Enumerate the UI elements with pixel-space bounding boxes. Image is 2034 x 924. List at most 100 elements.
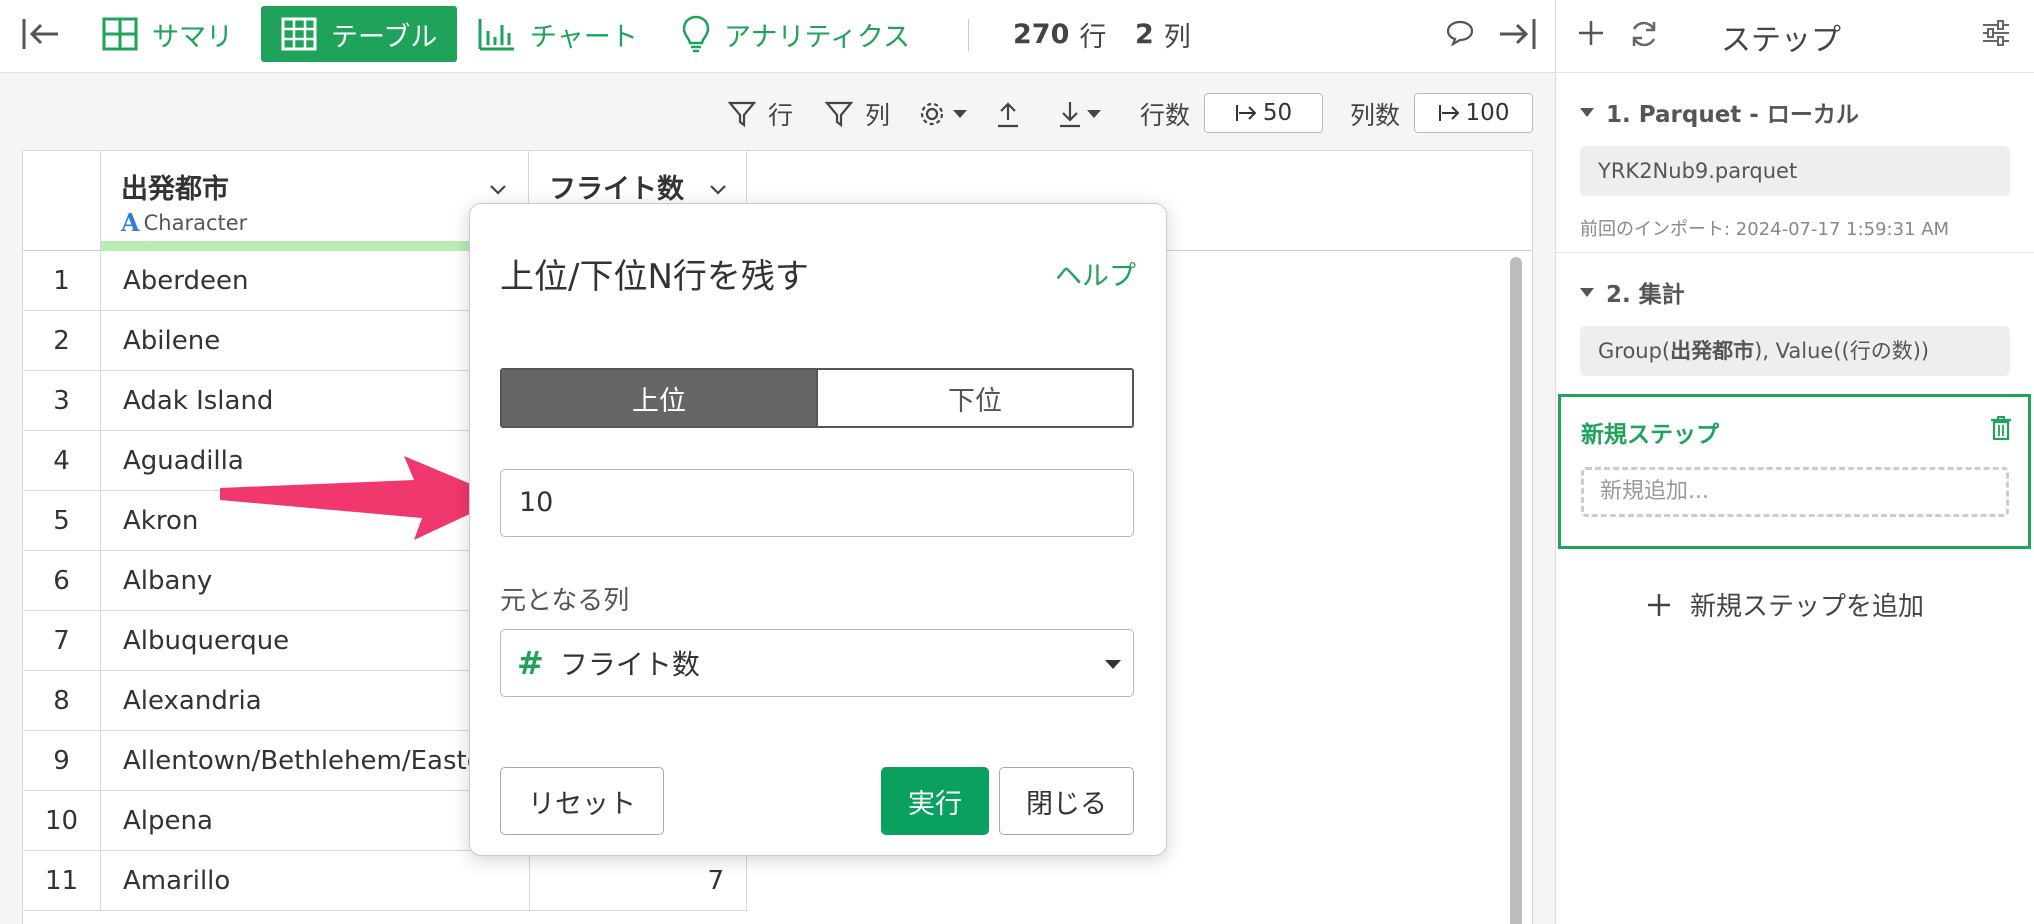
collapse-left-icon[interactable] (22, 17, 60, 51)
scrollbar-thumb[interactable] (1510, 257, 1522, 924)
city-cell: Amarillo (123, 866, 231, 896)
numeric-type-icon: # (517, 644, 544, 682)
step-2-header[interactable]: 2. 集計 (1580, 275, 1685, 309)
n-rows-input[interactable]: 10 (500, 469, 1134, 537)
new-step-title: 新規ステップ (1581, 422, 1719, 448)
steps-panel-header: ステップ (1556, 0, 2034, 73)
column-title: フライト数 (549, 174, 684, 205)
tab-summary-label: サマリ (152, 21, 233, 53)
bar-chart-icon (478, 19, 514, 51)
flights-cell: 7 (529, 851, 747, 911)
arrow-right-bar-icon (1438, 105, 1459, 121)
row-filter-label: 行 (768, 101, 794, 130)
divider (1556, 252, 2034, 253)
expand-triangle-icon (1580, 107, 1594, 117)
step-1-detail[interactable]: YRK2Nub9.parquet (1580, 146, 2010, 196)
steps-panel: ステップ 1. Parquet - ローカル YRK2Nub9.parquet … (1555, 0, 2034, 924)
step-2-title: 2. 集計 (1606, 282, 1685, 308)
step-1-title: 1. Parquet - ローカル (1606, 102, 1859, 128)
close-button[interactable]: 閉じる (999, 767, 1134, 835)
table-icon (281, 17, 317, 51)
gear-icon (920, 102, 944, 126)
step-2-detail-bold: 出発都市 (1670, 339, 1755, 363)
col-count-summary: 2 列 (1135, 6, 1191, 62)
help-link[interactable]: ヘルプ (1055, 254, 1136, 293)
row-count-summary: 270 行 (1013, 6, 1106, 62)
tab-chart[interactable]: チャート (478, 6, 638, 62)
expand-triangle-icon (1580, 287, 1594, 297)
upload-icon[interactable] (996, 100, 1020, 128)
comment-icon[interactable] (1446, 20, 1474, 46)
tab-analytics-label: アナリティクス (724, 21, 911, 53)
tab-chart-label: チャート (530, 21, 638, 53)
sliders-icon[interactable] (1981, 18, 2011, 48)
row-count-label: 行数 (1140, 101, 1191, 130)
trash-icon[interactable] (1990, 415, 2012, 441)
table-row[interactable]: 11 Amarillo 7 (23, 851, 747, 911)
base-column-select[interactable]: # フライト数 (500, 629, 1134, 697)
toolbar-divider (968, 19, 969, 51)
row-count-input[interactable]: 50 (1204, 93, 1323, 133)
add-step-label: 新規ステップを追加 (1690, 592, 1925, 622)
column-header-city[interactable]: 出発都市 A Character (101, 151, 529, 251)
step-1-header[interactable]: 1. Parquet - ローカル (1580, 95, 1859, 129)
city-cell: Albuquerque (123, 626, 290, 656)
row-number: 5 (23, 491, 101, 551)
bottom-option[interactable]: 下位 (816, 370, 1132, 426)
column-filter-label: 列 (865, 101, 891, 130)
add-step-button[interactable]: 新規ステップを追加 (1646, 586, 1924, 623)
column-type: A Character (121, 208, 247, 237)
column-filter-button[interactable]: 列 (825, 94, 890, 134)
row-number: 1 (23, 251, 101, 311)
row-count-unit: 行 (1079, 21, 1107, 53)
step-2-detail[interactable]: Group(出発都市), Value((行の数)) (1580, 326, 2010, 376)
collapse-right-icon[interactable] (1498, 17, 1536, 51)
download-dropdown[interactable] (1058, 94, 1102, 134)
download-icon (1060, 102, 1080, 128)
column-type-bar (101, 241, 529, 251)
run-button[interactable]: 実行 (881, 767, 989, 835)
new-step-card: 新規ステップ 新規追加... (1558, 394, 2031, 549)
plus-icon (1648, 593, 1670, 616)
row-number: 3 (23, 371, 101, 431)
top-bottom-toggle: 上位 下位 (500, 368, 1134, 428)
arrow-right-bar-icon (1235, 105, 1257, 121)
column-title: 出発都市 (121, 174, 229, 205)
tab-summary[interactable]: サマリ (102, 6, 233, 62)
row-filter-button[interactable]: 行 (728, 94, 793, 134)
row-number: 10 (23, 791, 101, 851)
steps-panel-title: ステップ (1721, 23, 1841, 58)
new-step-input[interactable]: 新規追加... (1581, 467, 2009, 517)
row-number: 9 (23, 731, 101, 791)
base-column-label: 元となる列 (500, 586, 630, 616)
tab-table[interactable]: テーブル (261, 6, 458, 62)
row-number: 7 (23, 611, 101, 671)
row-count-value: 270 (1013, 18, 1070, 50)
character-type-icon: A (121, 208, 140, 237)
filter-icon (825, 101, 853, 128)
col-count-input[interactable]: 100 (1414, 93, 1533, 133)
city-cell: Akron (123, 506, 199, 536)
caret-down-icon (1087, 110, 1101, 118)
tab-analytics[interactable]: アナリティクス (682, 6, 910, 62)
row-number: 4 (23, 431, 101, 491)
plus-icon[interactable] (1576, 18, 1606, 48)
base-column-value: フライト数 (559, 648, 700, 681)
chevron-down-icon[interactable] (709, 181, 727, 199)
step-2-detail-suffix: ), Value((行の数)) (1754, 339, 1930, 363)
city-cell: Albany (123, 566, 213, 596)
lightbulb-icon (682, 15, 710, 53)
row-number: 8 (23, 671, 101, 731)
col-count-unit: 列 (1163, 21, 1191, 53)
filter-icon (728, 101, 756, 128)
city-cell: Aberdeen (123, 266, 249, 296)
city-cell: Alpena (123, 806, 213, 836)
col-count-label: 列数 (1350, 101, 1401, 130)
refresh-icon[interactable] (1628, 18, 1660, 50)
chevron-down-icon[interactable] (489, 181, 507, 199)
row-number: 2 (23, 311, 101, 371)
reset-button[interactable]: リセット (500, 767, 664, 835)
settings-dropdown[interactable] (918, 94, 968, 134)
top-n-rows-dialog: 上位/下位N行を残す ヘルプ 上位 下位 10 元となる列 # フライト数 リセ… (469, 203, 1167, 856)
top-option[interactable]: 上位 (502, 370, 816, 426)
